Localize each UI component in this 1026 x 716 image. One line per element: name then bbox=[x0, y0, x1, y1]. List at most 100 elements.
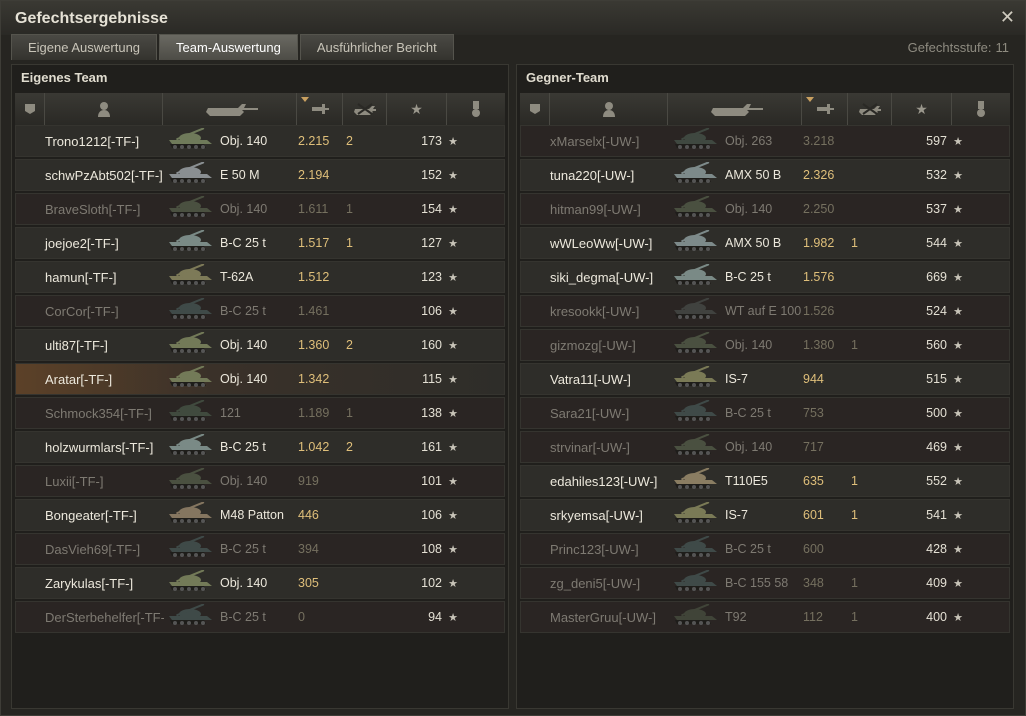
player-row[interactable]: Trono1212[-TF-] Obj. 140 2.215 2 173 ★ bbox=[15, 125, 505, 157]
player-row[interactable]: kresookk[-UW-] WT auf E 100 1.526 524 ★ bbox=[520, 295, 1010, 327]
xp-value: 154 bbox=[421, 202, 442, 216]
player-row[interactable]: Zarykulas[-TF-] Obj. 140 305 102 ★ bbox=[15, 567, 505, 599]
enemy-team-panel: Gegner-Team ★ xMarselx[-UW-] Obj. 263 3.21… bbox=[516, 64, 1014, 709]
player-row[interactable]: Schmock354[-TF-] 121 1.189 1 138 ★ bbox=[15, 397, 505, 429]
player-name[interactable]: Vatra11[-UW-] bbox=[521, 372, 669, 387]
player-row[interactable]: tuna220[-UW-] AMX 50 B 2.326 532 ★ bbox=[520, 159, 1010, 191]
tank-image bbox=[669, 399, 725, 427]
player-name[interactable]: Bongeater[-TF-] bbox=[16, 508, 164, 523]
tab-team-auswertung[interactable]: Team-Auswertung bbox=[159, 34, 298, 60]
player-row[interactable]: CorCor[-TF-] B-C 25 t 1.461 106 ★ bbox=[15, 295, 505, 327]
player-name[interactable]: hamun[-TF-] bbox=[16, 270, 164, 285]
tank-image bbox=[669, 195, 725, 223]
player-row[interactable]: xMarselx[-UW-] Obj. 263 3.218 597 ★ bbox=[520, 125, 1010, 157]
player-name[interactable]: Luxii[-TF-] bbox=[16, 474, 164, 489]
star-icon: ★ bbox=[953, 441, 963, 454]
medal-icon[interactable] bbox=[952, 93, 1010, 125]
player-row[interactable]: joejoe2[-TF-] B-C 25 t 1.517 1 127 ★ bbox=[15, 227, 505, 259]
player-name[interactable]: gizmozg[-UW-] bbox=[521, 338, 669, 353]
player-row[interactable]: Sara21[-UW-] B-C 25 t 753 500 ★ bbox=[520, 397, 1010, 429]
player-row[interactable]: strvinar[-UW-] Obj. 140 717 469 ★ bbox=[520, 431, 1010, 463]
window-title: Gefechtsergebnisse bbox=[15, 10, 168, 27]
player-name[interactable]: Sara21[-UW-] bbox=[521, 406, 669, 421]
medal-icon[interactable] bbox=[447, 93, 505, 125]
player-row[interactable]: wWLeoWw[-UW-] AMX 50 B 1.982 1 544 ★ bbox=[520, 227, 1010, 259]
xp-value: 102 bbox=[421, 576, 442, 590]
player-name[interactable]: CorCor[-TF-] bbox=[16, 304, 164, 319]
player-name[interactable]: Aratar[-TF-] bbox=[16, 372, 164, 387]
player-name[interactable]: zg_deni5[-UW-] bbox=[521, 576, 669, 591]
damage-value: 717 bbox=[803, 440, 824, 454]
star-icon: ★ bbox=[448, 543, 458, 556]
player-name[interactable]: Trono1212[-TF-] bbox=[16, 134, 164, 149]
damage-value: 2.326 bbox=[803, 168, 835, 182]
tank-icon[interactable] bbox=[163, 93, 297, 125]
tank-image bbox=[164, 229, 220, 257]
player-name[interactable]: Schmock354[-TF-] bbox=[16, 406, 164, 421]
kills-icon[interactable] bbox=[848, 93, 892, 125]
star-icon[interactable]: ★ bbox=[892, 93, 952, 125]
star-icon: ★ bbox=[953, 237, 963, 250]
tank-icon[interactable] bbox=[668, 93, 802, 125]
player-row[interactable]: hitman99[-UW-] Obj. 140 2.250 537 ★ bbox=[520, 193, 1010, 225]
player-name[interactable]: holzwurmlars[-TF-] bbox=[16, 440, 164, 455]
player-row[interactable]: Bongeater[-TF-] M48 Patton 446 106 ★ bbox=[15, 499, 505, 531]
player-name[interactable]: kresookk[-UW-] bbox=[521, 304, 669, 319]
player-row[interactable]: schwPzAbt502[-TF-] E 50 M 2.194 152 ★ bbox=[15, 159, 505, 191]
xp-value: 669 bbox=[926, 270, 947, 284]
xp-value: 552 bbox=[926, 474, 947, 488]
tank-name: Obj. 140 bbox=[725, 338, 773, 352]
star-icon[interactable]: ★ bbox=[387, 93, 447, 125]
player-name[interactable]: DasVieh69[-TF-] bbox=[16, 542, 164, 557]
player-row[interactable]: MasterGruu[-UW-] T92 112 1 400 ★ bbox=[520, 601, 1010, 633]
player-row[interactable]: BraveSloth[-TF-] Obj. 140 1.611 1 154 ★ bbox=[15, 193, 505, 225]
tank-name: IS-7 bbox=[725, 508, 748, 522]
player-name[interactable]: Zarykulas[-TF-] bbox=[16, 576, 164, 591]
player-icon[interactable] bbox=[550, 93, 668, 125]
damage-icon[interactable] bbox=[802, 93, 848, 125]
kills-value: 1 bbox=[851, 474, 858, 488]
player-row[interactable]: Vatra11[-UW-] IS-7 944 515 ★ bbox=[520, 363, 1010, 395]
player-name[interactable]: siki_degma[-UW-] bbox=[521, 270, 669, 285]
player-row[interactable]: holzwurmlars[-TF-] B-C 25 t 1.042 2 161 ★ bbox=[15, 431, 505, 463]
tank-name: B-C 25 t bbox=[220, 440, 266, 454]
player-name[interactable]: hitman99[-UW-] bbox=[521, 202, 669, 217]
player-row[interactable]: srkyemsa[-UW-] IS-7 601 1 541 ★ bbox=[520, 499, 1010, 531]
player-row[interactable]: Luxii[-TF-] Obj. 140 919 101 ★ bbox=[15, 465, 505, 497]
star-icon: ★ bbox=[448, 339, 458, 352]
player-name[interactable]: schwPzAbt502[-TF-] bbox=[16, 168, 164, 183]
xp-value: 123 bbox=[421, 270, 442, 284]
close-icon[interactable]: ✕ bbox=[1000, 7, 1015, 28]
damage-icon[interactable] bbox=[297, 93, 343, 125]
player-name[interactable]: ulti87[-TF-] bbox=[16, 338, 164, 353]
player-name[interactable]: xMarselx[-UW-] bbox=[521, 134, 669, 149]
tank-name: Obj. 140 bbox=[725, 440, 773, 454]
player-row[interactable]: gizmozg[-UW-] Obj. 140 1.380 1 560 ★ bbox=[520, 329, 1010, 361]
player-row[interactable]: Aratar[-TF-] Obj. 140 1.342 115 ★ bbox=[15, 363, 505, 395]
tab-eigene-auswertung[interactable]: Eigene Auswertung bbox=[11, 34, 158, 60]
player-row[interactable]: zg_deni5[-UW-] B-C 155 58 348 1 409 ★ bbox=[520, 567, 1010, 599]
player-row[interactable]: DasVieh69[-TF-] B-C 25 t 394 108 ★ bbox=[15, 533, 505, 565]
player-name[interactable]: DerSterbehelfer[-TF-] bbox=[16, 610, 164, 625]
player-name[interactable]: MasterGruu[-UW-] bbox=[521, 610, 669, 625]
badge-icon[interactable] bbox=[520, 93, 550, 125]
player-row[interactable]: Princ123[-UW-] B-C 25 t 600 428 ★ bbox=[520, 533, 1010, 565]
player-row[interactable]: ulti87[-TF-] Obj. 140 1.360 2 160 ★ bbox=[15, 329, 505, 361]
badge-icon[interactable] bbox=[15, 93, 45, 125]
player-name[interactable]: srkyemsa[-UW-] bbox=[521, 508, 669, 523]
player-row[interactable]: hamun[-TF-] T-62A 1.512 123 ★ bbox=[15, 261, 505, 293]
tab-ausfuehrlicher-bericht[interactable]: Ausführlicher Bericht bbox=[299, 34, 454, 60]
player-name[interactable]: edahiles123[-UW-] bbox=[521, 474, 669, 489]
player-name[interactable]: Princ123[-UW-] bbox=[521, 542, 669, 557]
player-name[interactable]: wWLeoWw[-UW-] bbox=[521, 236, 669, 251]
tank-image bbox=[669, 331, 725, 359]
player-row[interactable]: DerSterbehelfer[-TF-] B-C 25 t 0 94 ★ bbox=[15, 601, 505, 633]
player-name[interactable]: BraveSloth[-TF-] bbox=[16, 202, 164, 217]
player-icon[interactable] bbox=[45, 93, 163, 125]
player-row[interactable]: edahiles123[-UW-] T110E5 635 1 552 ★ bbox=[520, 465, 1010, 497]
player-row[interactable]: siki_degma[-UW-] B-C 25 t 1.576 669 ★ bbox=[520, 261, 1010, 293]
player-name[interactable]: strvinar[-UW-] bbox=[521, 440, 669, 455]
player-name[interactable]: joejoe2[-TF-] bbox=[16, 236, 164, 251]
kills-icon[interactable] bbox=[343, 93, 387, 125]
player-name[interactable]: tuna220[-UW-] bbox=[521, 168, 669, 183]
